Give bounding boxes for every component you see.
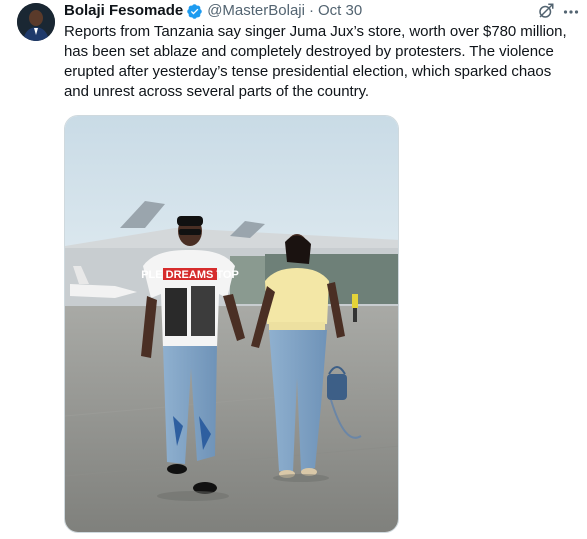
post-text-line: and unrest across several parts of the c… <box>64 83 370 100</box>
post-text: Reports from Tanzania say singer Juma Ju… <box>64 22 584 102</box>
verified-badge-icon <box>187 3 202 19</box>
post-header: Bolaji Fesomade @MasterBolaji · Oct 30 <box>64 1 587 21</box>
author-display-name[interactable]: Bolaji Fesomade <box>64 1 183 21</box>
tweet[interactable]: Bolaji Fesomade @MasterBolaji · Oct 30 R… <box>0 0 587 539</box>
post-text-line: has been set ablaze and completely destr… <box>64 43 554 60</box>
author-handle[interactable]: @MasterBolaji <box>207 1 305 21</box>
post-photo[interactable]: PLE DREAMS TOP <box>64 115 399 533</box>
more-options-icon[interactable] <box>563 9 579 15</box>
shirt-print: PLE DREAMS TOP <box>141 269 239 281</box>
post-text-line: Reports from Tanzania say singer Juma Ju… <box>64 23 567 40</box>
header-separator: · <box>308 2 314 19</box>
grok-icon[interactable] <box>537 2 555 20</box>
avatar[interactable] <box>17 3 55 41</box>
post-text-line: erupted after yesterday’s tense presiden… <box>64 63 552 80</box>
post-date[interactable]: Oct 30 <box>318 1 362 21</box>
